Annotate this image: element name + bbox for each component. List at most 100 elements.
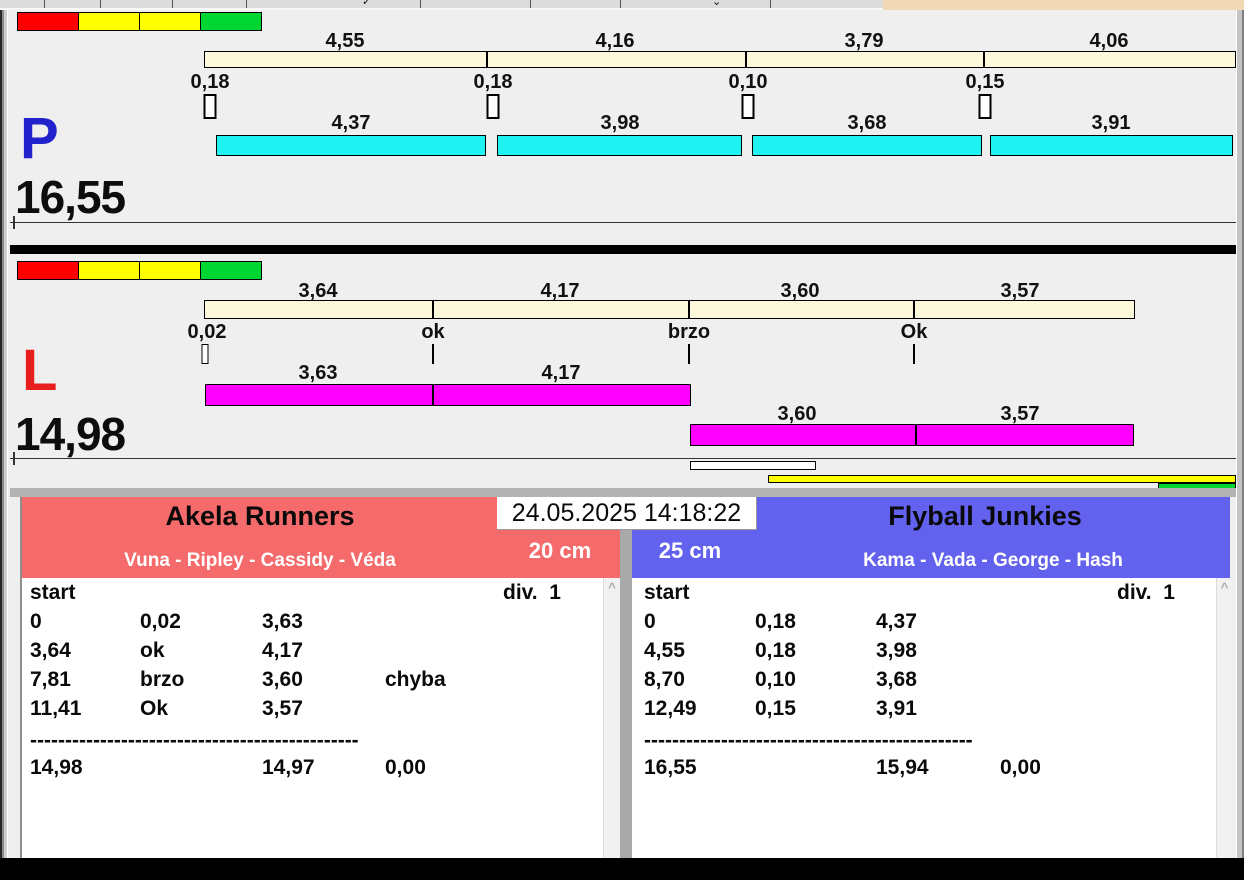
table-cell: 0,02 <box>140 610 181 633</box>
table-cell: brzo <box>140 668 185 691</box>
lane-p-run-bar-4 <box>990 135 1233 156</box>
table-cell: 11,41 <box>30 697 82 720</box>
jump-height-left: 20 cm <box>528 538 592 563</box>
jump-height-right: 25 cm <box>658 538 722 563</box>
chevron-down-icon[interactable]: ⌄ <box>712 0 721 8</box>
bar-divider <box>915 424 917 446</box>
pass-marker-line <box>432 344 434 364</box>
table-cell: ok <box>140 639 165 662</box>
clock-box: 24.05.2025 14:18:22 <box>497 497 757 530</box>
toolbar-separator <box>770 0 771 8</box>
lane-p-run-split-3: 3,68 <box>847 112 887 134</box>
division-right: div. 1 <box>1117 581 1175 604</box>
scroll-up-icon[interactable]: ^ <box>604 581 620 594</box>
lane-p-pass-2: 0,18 <box>473 71 513 93</box>
lane-l-run1-split-2: 4,17 <box>541 362 581 384</box>
table-cell: 4,17 <box>262 639 303 662</box>
scrollbar-right[interactable]: ^ <box>1216 578 1232 858</box>
table-cell: 4,37 <box>876 610 917 633</box>
total-time-right: 16,55 <box>644 756 697 779</box>
lane-l-run2-split-1: 3,60 <box>777 403 817 425</box>
toolbar-separator <box>44 0 45 8</box>
table-cell: 4,55 <box>644 639 685 662</box>
results-table-left[interactable] <box>22 578 603 858</box>
light-red-icon <box>17 12 79 31</box>
toolbar-separator <box>100 0 101 8</box>
light-yellow-icon <box>78 261 140 280</box>
lane-p-box-split-3: 3,79 <box>844 30 884 52</box>
panel-divider <box>620 497 632 858</box>
lane-p-letter: P <box>20 106 59 171</box>
pass-marker-box <box>741 94 755 119</box>
team-dogs-right: Kama - Vada - George - Hash <box>863 550 1123 571</box>
lane-l-letter: L <box>22 338 58 403</box>
total-time-left: 14,98 <box>30 756 83 779</box>
lane-divider-bar <box>10 245 1236 254</box>
start-lights-lane-p <box>17 12 262 31</box>
pass-marker-box <box>978 94 992 119</box>
table-cell: 3,57 <box>262 697 303 720</box>
flyball-timer-window: ✓ ⌄ 4,55 4,16 3,79 4,06 0,18 0,18 0,10 0… <box>0 0 1244 880</box>
bar-divider <box>688 300 690 319</box>
lane-p-run-bar-3 <box>752 135 982 156</box>
table-cell: 0,18 <box>755 610 796 633</box>
lane-p-box-split-4: 4,06 <box>1089 30 1129 52</box>
table-cell: 0,15 <box>755 697 796 720</box>
lane-p-baseline <box>10 222 1236 223</box>
sum-splits-right: 15,94 <box>876 756 929 779</box>
toolbar-separator <box>172 0 173 8</box>
lane-p-box-split-1: 4,55 <box>325 30 365 52</box>
baseline-tick <box>13 216 15 229</box>
lane-l-pass-4: Ok <box>900 321 928 343</box>
lane-p-run-split-2: 3,98 <box>600 112 640 134</box>
lane-l-pass-3: brzo <box>667 321 711 343</box>
lane-p-pass-1: 0,18 <box>190 71 230 93</box>
bar-divider <box>745 51 747 68</box>
light-green-icon <box>200 261 262 280</box>
table-separator: ----------------------------------------… <box>30 729 359 752</box>
lane-p-pass-4: 0,15 <box>965 71 1005 93</box>
bar-divider <box>432 384 434 406</box>
lane-l-box-split-2: 4,17 <box>540 280 580 302</box>
lane-p-box-timeline <box>204 51 1236 68</box>
lane-l-pass-1: 0,02 <box>187 321 227 343</box>
lane-p-pass-3: 0,10 <box>728 71 768 93</box>
scrollbar-left[interactable]: ^ <box>603 578 620 858</box>
progress-bar-yellow <box>768 475 1236 483</box>
lane-p-run-split-4: 3,91 <box>1091 112 1131 134</box>
table-cell: 3,63 <box>262 610 303 633</box>
panel-top-strip <box>10 488 1236 497</box>
lane-l-run-bar-1 <box>205 384 691 406</box>
lane-l-box-split-3: 3,60 <box>780 280 820 302</box>
lane-p-run-bar-2 <box>497 135 742 156</box>
lane-l-run2-split-2: 3,57 <box>1000 403 1040 425</box>
check-icon: ✓ <box>362 0 372 8</box>
window-border-right <box>1236 10 1244 858</box>
progress-slot <box>690 461 816 470</box>
light-yellow-icon <box>139 261 201 280</box>
table-cell: 0,10 <box>755 668 796 691</box>
team-name-right: Flyball Junkies <box>888 501 1082 531</box>
table-separator: ----------------------------------------… <box>644 729 973 752</box>
pass-marker-box <box>486 94 500 119</box>
window-border-left <box>0 10 10 858</box>
pass-marker-line <box>688 344 690 364</box>
baseline-tick <box>13 452 15 465</box>
sum-splits-left: 14,97 <box>262 756 315 779</box>
light-yellow-icon <box>78 12 140 31</box>
division-left: div. 1 <box>503 581 561 604</box>
pass-marker-line <box>913 344 915 364</box>
lane-l-run-bar-2 <box>690 424 1134 446</box>
table-cell: chyba <box>385 668 446 691</box>
scroll-up-icon[interactable]: ^ <box>1217 581 1232 594</box>
team-dogs-left: Vuna - Ripley - Cassidy - Véda <box>124 550 396 571</box>
lane-p-run-bar-1 <box>216 135 486 156</box>
start-lights-lane-l <box>17 261 262 280</box>
penalty-left: 0,00 <box>385 756 426 779</box>
toolbar-separator <box>246 0 247 8</box>
table-cell: Ok <box>140 697 169 720</box>
results-table-right[interactable] <box>632 578 1216 858</box>
table-cell: 3,60 <box>262 668 303 691</box>
table-cell: 7,81 <box>30 668 71 691</box>
lane-p-box-split-2: 4,16 <box>595 30 635 52</box>
